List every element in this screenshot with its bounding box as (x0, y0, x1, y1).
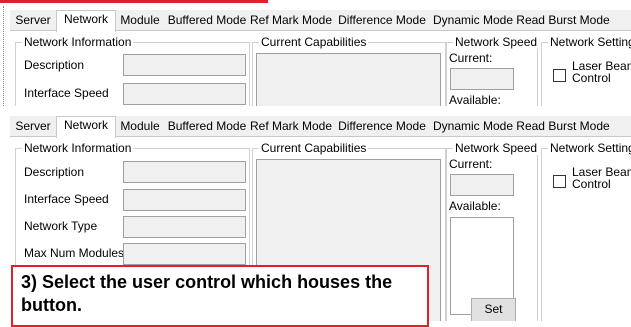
tab-read-burst-mode[interactable]: Read Burst Mode (516, 118, 610, 136)
instruction-callout: 3) Select the user control which houses … (11, 265, 429, 327)
current-speed-field[interactable] (450, 68, 514, 90)
callout-line-2: button. (21, 295, 82, 315)
interface-speed-field[interactable] (123, 189, 246, 211)
available-label: Available: (449, 199, 501, 213)
network-type-label: Network Type (24, 219, 98, 233)
group-title: Network Speed (453, 141, 540, 155)
interface-speed-field[interactable] (123, 83, 246, 105)
network-speed-group: Network Speed Current: Available: Set (446, 141, 540, 321)
group-title: Network Information (22, 141, 134, 155)
current-speed-field[interactable] (450, 174, 514, 196)
current-label: Current: (449, 51, 493, 65)
tab-read-burst-mode[interactable]: Read Burst Mode (516, 12, 610, 30)
laser-beam-control-checkbox[interactable] (553, 175, 566, 188)
description-label: Description (24, 58, 85, 72)
cropped-callout-edge (0, 0, 268, 3)
description-label: Description (24, 165, 85, 179)
set-button[interactable]: Set (471, 298, 516, 321)
left-margin-dots (3, 6, 4, 106)
tab-difference-mode[interactable]: Difference Mode (334, 118, 430, 136)
network-tab-page: Network Information Description Interfac… (10, 30, 631, 106)
tab-difference-mode[interactable]: Difference Mode (334, 12, 430, 30)
laser-beam-label-line2: Control (572, 177, 611, 191)
top-network-panel: Server Network Module Buffered Mode Ref … (10, 10, 631, 106)
tab-strip: Server Network Module Buffered Mode Ref … (10, 116, 631, 138)
network-information-group: Network Information Description Interfac… (15, 35, 250, 106)
tab-dynamic-mode[interactable]: Dynamic Mode (430, 118, 516, 136)
group-title: Network Speed (453, 35, 540, 49)
max-num-modules-label: Max Num Modules (24, 246, 125, 260)
laser-beam-control-checkbox[interactable] (553, 69, 566, 82)
description-field[interactable] (123, 161, 246, 183)
group-title: Current Capabilities (259, 141, 369, 155)
tab-buffered-mode[interactable]: Buffered Mode (166, 118, 248, 136)
current-capabilities-group: Current Capabilities (252, 35, 446, 106)
tab-strip: Server Network Module Buffered Mode Ref … (10, 10, 631, 32)
network-type-field[interactable] (123, 216, 246, 238)
group-title: Network Settings (548, 35, 631, 49)
interface-speed-label: Interface Speed (24, 192, 109, 206)
network-settings-group: Network Settings Laser Beam Control (541, 141, 631, 321)
current-label: Current: (449, 157, 493, 171)
available-label: Available: (449, 93, 501, 106)
tab-network[interactable]: Network (56, 10, 116, 32)
interface-speed-label: Interface Speed (24, 86, 109, 100)
tab-server[interactable]: Server (10, 12, 56, 30)
tab-ref-mark-mode[interactable]: Ref Mark Mode (248, 12, 334, 30)
tab-buffered-mode[interactable]: Buffered Mode (166, 12, 248, 30)
description-field[interactable] (123, 54, 246, 76)
group-title: Network Settings (548, 141, 631, 155)
tab-network[interactable]: Network (56, 116, 116, 138)
network-speed-group: Network Speed Current: Available: (446, 35, 540, 106)
tab-module[interactable]: Module (114, 118, 166, 136)
laser-beam-label-line2: Control (572, 71, 611, 85)
tab-server[interactable]: Server (10, 118, 56, 136)
max-num-modules-field[interactable] (123, 243, 246, 265)
group-title: Current Capabilities (259, 35, 369, 49)
tab-module[interactable]: Module (114, 12, 166, 30)
capabilities-list[interactable] (256, 53, 441, 106)
group-title: Network Information (22, 35, 134, 49)
network-settings-group: Network Settings Laser Beam Control (541, 35, 631, 106)
callout-line-1: 3) Select the user control which houses … (21, 272, 393, 292)
tab-ref-mark-mode[interactable]: Ref Mark Mode (248, 118, 334, 136)
tab-dynamic-mode[interactable]: Dynamic Mode (430, 12, 516, 30)
